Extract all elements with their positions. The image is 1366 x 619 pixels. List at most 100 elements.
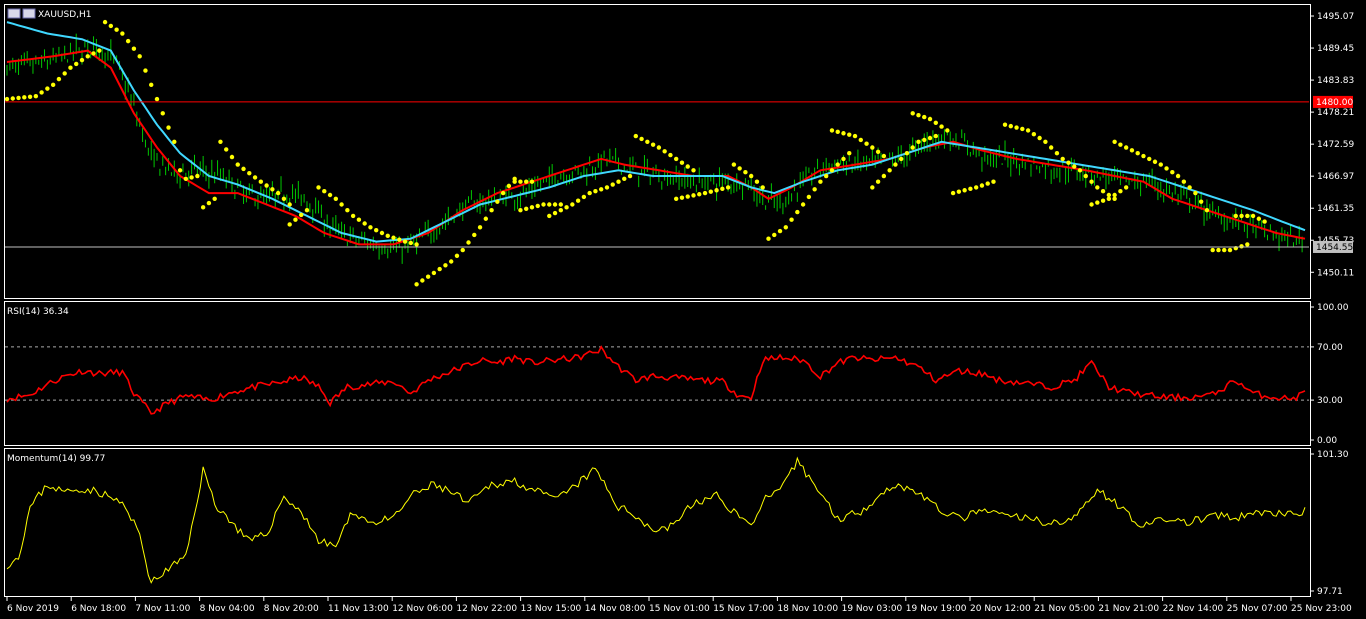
sar-dot bbox=[27, 94, 33, 99]
sar-dot bbox=[541, 202, 546, 207]
sar-dot bbox=[1072, 164, 1077, 169]
sar-dot bbox=[304, 208, 310, 213]
sar-dot bbox=[818, 179, 823, 184]
sar-dot bbox=[916, 113, 921, 118]
sar-dot bbox=[172, 139, 177, 145]
sar-dot bbox=[529, 205, 535, 210]
sar-dot bbox=[991, 179, 996, 184]
sar-dot bbox=[391, 235, 396, 240]
sar-dot bbox=[385, 233, 390, 239]
sar-dot bbox=[1239, 244, 1244, 249]
sar-dot bbox=[316, 185, 321, 190]
sar-dot bbox=[610, 182, 615, 187]
sar-dot bbox=[125, 38, 131, 44]
time-tick-label: 19 Nov 03:00 bbox=[842, 604, 903, 614]
sar-dot bbox=[1002, 122, 1008, 127]
panel-frames bbox=[4, 4, 1311, 597]
momentum-line bbox=[6, 456, 1306, 584]
sar-dot bbox=[985, 181, 990, 186]
sar-dot bbox=[495, 199, 500, 204]
sar-dot bbox=[356, 217, 362, 222]
sar-dot bbox=[62, 71, 67, 76]
sar-dot bbox=[229, 154, 235, 160]
sar-dot bbox=[1112, 139, 1117, 145]
sar-dot bbox=[287, 222, 292, 227]
price-axis: 1495.07 1489.45 1483.83 1478.21 1472.59 1466.… bbox=[5, 12, 1354, 278]
time-tick-label: 21 Nov 05:00 bbox=[1034, 604, 1095, 614]
sar-dot bbox=[1106, 196, 1112, 202]
sar-dot bbox=[950, 190, 956, 196]
sar-dot bbox=[472, 232, 477, 238]
sar-dot bbox=[881, 153, 887, 159]
sar-dot bbox=[1048, 145, 1054, 150]
sar-dot bbox=[177, 168, 183, 173]
sar-dot bbox=[864, 141, 869, 146]
sar-dot bbox=[1170, 170, 1175, 175]
time-tick-label: 13 Nov 15:00 bbox=[521, 604, 582, 614]
sar-dot bbox=[431, 270, 437, 276]
sar-dot bbox=[1210, 247, 1215, 253]
sar-dot bbox=[368, 225, 373, 230]
rsi-label: RSI(14) 36.34 bbox=[7, 307, 69, 317]
sar-dot bbox=[189, 175, 194, 180]
sar-dot bbox=[454, 253, 460, 259]
price-panel[interactable]: 1495.07 1489.45 1483.83 1478.21 1472.59 1466.… bbox=[4, 8, 1355, 287]
sar-dot bbox=[1095, 200, 1100, 205]
sar-dot bbox=[789, 217, 794, 222]
sar-dot bbox=[437, 266, 442, 272]
time-tick-label: 8 Nov 20:00 bbox=[264, 604, 319, 614]
sar-dot bbox=[1216, 247, 1221, 253]
sar-dot bbox=[33, 94, 39, 99]
sar-dot bbox=[829, 168, 835, 173]
sar-dot bbox=[16, 95, 21, 101]
momentum-panel[interactable]: 101.30 97.71 Momentum(14) 99.77 bbox=[6, 450, 1349, 597]
sar-dot bbox=[685, 194, 690, 199]
sar-dot bbox=[870, 185, 875, 190]
price-candles bbox=[6, 33, 1303, 264]
rsi-panel[interactable]: 100.00 70.00 30.00 0.00 RSI(14) 36.34 bbox=[5, 303, 1349, 446]
sar-dot bbox=[668, 152, 673, 158]
sar-dot bbox=[622, 176, 627, 182]
flag-icon bbox=[7, 8, 21, 19]
sar-dot bbox=[800, 202, 806, 207]
sar-dot bbox=[547, 213, 552, 219]
sar-dot bbox=[691, 168, 696, 173]
sar-dot bbox=[1129, 148, 1135, 153]
sar-dot bbox=[518, 179, 523, 184]
ma-line bbox=[6, 49, 1306, 246]
sar-dot bbox=[149, 82, 154, 88]
sar-dot bbox=[1043, 139, 1048, 145]
sar-dot bbox=[333, 196, 339, 202]
sar-dot bbox=[933, 120, 938, 126]
sar-dot bbox=[275, 190, 281, 196]
sar-dot bbox=[795, 209, 800, 215]
sar-dot bbox=[293, 217, 298, 222]
sar-dot bbox=[564, 205, 569, 210]
sar-dot bbox=[697, 192, 702, 197]
sar-dot bbox=[783, 225, 788, 230]
momentum-axis: 101.30 97.71 bbox=[1310, 450, 1349, 597]
sar-dot bbox=[673, 196, 679, 202]
sar-dot bbox=[1118, 189, 1123, 194]
sar-dot bbox=[120, 31, 125, 36]
price-tick-label: 1461.35 bbox=[1317, 204, 1354, 214]
sar-dot bbox=[708, 189, 714, 194]
sar-dot bbox=[1123, 185, 1129, 190]
sar-dot bbox=[218, 139, 223, 145]
sar-dot bbox=[743, 170, 748, 175]
sar-dot bbox=[812, 187, 817, 192]
sar-dot bbox=[1031, 132, 1037, 137]
price-level-label: 1454.55 bbox=[1316, 243, 1353, 253]
trading-chart[interactable]: 1495.07 1489.45 1483.83 1478.21 1472.59 1466.… bbox=[0, 0, 1366, 619]
sar-dot bbox=[483, 216, 489, 221]
sar-dot bbox=[1245, 213, 1250, 219]
rsi-tick-label: 30.00 bbox=[1317, 396, 1343, 406]
sar-dot bbox=[1164, 166, 1169, 171]
sar-dot bbox=[725, 185, 731, 190]
sar-dot bbox=[841, 156, 846, 162]
sar-dot bbox=[1193, 190, 1198, 196]
momentum-series bbox=[6, 456, 1306, 584]
sar-dot bbox=[500, 190, 506, 196]
sar-dot bbox=[875, 149, 881, 154]
sar-dot bbox=[287, 202, 292, 207]
